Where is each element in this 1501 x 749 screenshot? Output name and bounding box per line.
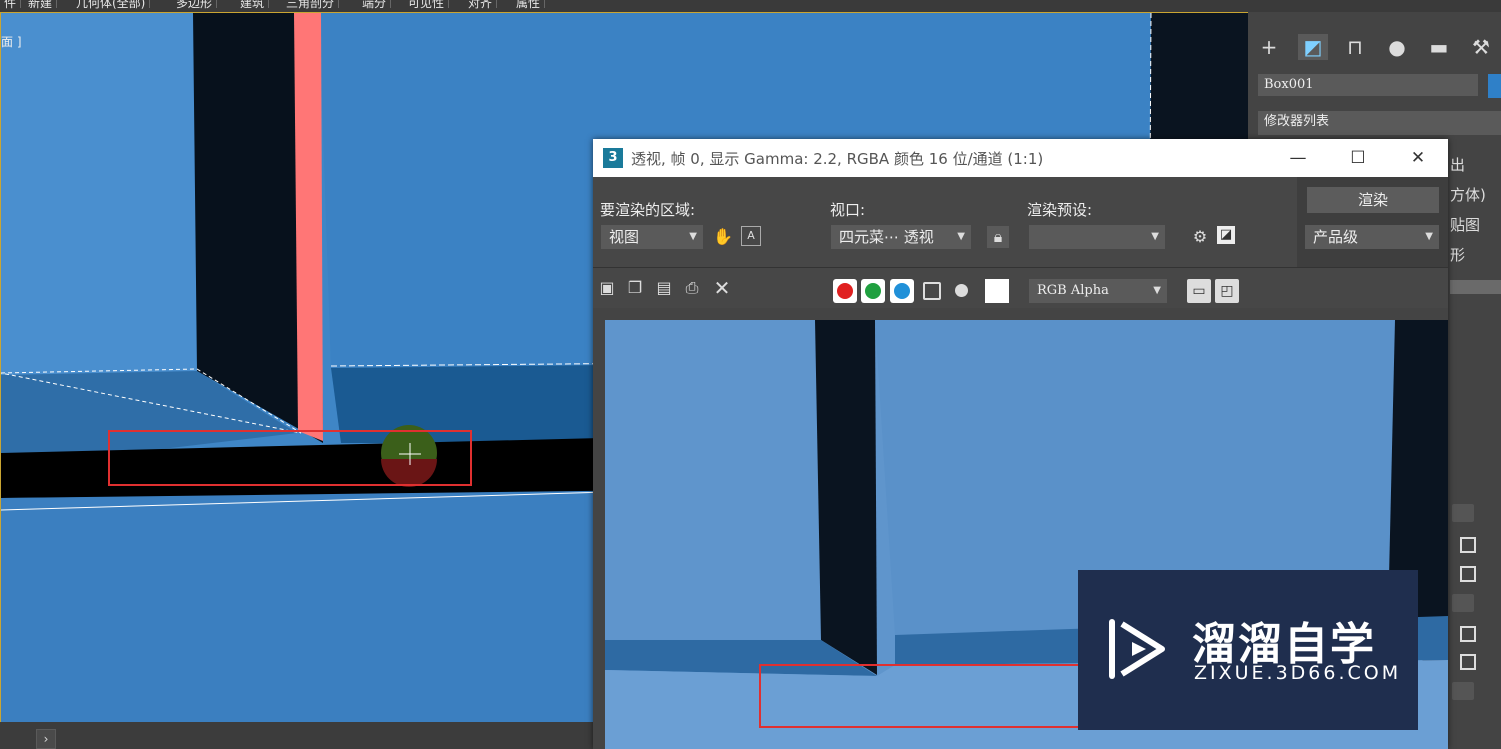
toolbar-item[interactable]: 端分 (358, 0, 392, 10)
checkbox-icon[interactable] (1460, 537, 1476, 553)
viewport-label-text: 视口: (830, 201, 866, 219)
play-logo-icon (1109, 619, 1165, 679)
dropdown-arrow-icon: ▼ (1153, 285, 1161, 296)
dropdown-arrow-icon: ▼ (1151, 231, 1159, 242)
render-toolbar: ▣ ❐ ▤ ⎙ ✕ RGB Alpha ▼ ▭ ◰ (593, 267, 1448, 308)
toolbar-item[interactable]: 属性 (512, 0, 546, 10)
toolbar-item[interactable]: 新建 (24, 0, 58, 10)
preset-dropdown[interactable]: ▼ (1029, 225, 1165, 249)
watermark: 溜溜自学 ZIXUE.3D66.COM (1078, 570, 1418, 730)
checkbox-icon[interactable] (1460, 654, 1476, 670)
swatch-color[interactable] (985, 279, 1009, 303)
dropdown-arrow-icon: ▼ (957, 231, 965, 242)
environment-icon[interactable]: ◪ (1217, 226, 1235, 244)
lock-icon[interactable]: 🔒︎ (987, 226, 1009, 248)
panel-slider[interactable] (1450, 280, 1501, 294)
dropdown-arrow-icon: ▼ (689, 231, 697, 242)
viewport-label[interactable]: 面 ] (1, 33, 22, 50)
close-button[interactable]: ✕ (1405, 145, 1431, 171)
toolbar-item[interactable]: 建筑 (236, 0, 270, 10)
green-channel-toggle[interactable] (861, 279, 885, 303)
panel-fragment: 出 (1450, 156, 1466, 174)
alpha-channel-icon[interactable] (923, 282, 941, 300)
dropdown-arrow-icon: ▼ (1425, 231, 1433, 242)
utilities-tab-icon[interactable]: ⚒ (1466, 34, 1496, 60)
app-logo-icon: 3 (603, 148, 623, 168)
viewport-dropdown[interactable]: 四元菜⋯ 透视 ▼ (831, 225, 971, 249)
minimize-button[interactable]: — (1285, 145, 1311, 171)
copy-icon[interactable]: ❐ (624, 277, 646, 299)
checkbox-icon[interactable] (1460, 626, 1476, 642)
panel-button[interactable] (1452, 682, 1474, 700)
panel-fragment: 贴图 (1450, 216, 1481, 234)
print-icon[interactable]: ⎙ (681, 277, 703, 299)
render-settings-bar: 要渲染的区域: 视图 ▼ ✋ A 视口: 四元菜⋯ 透视 ▼ 🔒︎ 渲染预设: ▼ … (593, 177, 1448, 267)
panel-button[interactable] (1452, 504, 1474, 522)
viewport-value: 四元菜⋯ 透视 (839, 228, 934, 246)
modify-tab-icon[interactable]: ◩ (1298, 34, 1328, 60)
top-toolbar: 件 新建 几何体(全部) 多边形 建筑 三角剖分 端分 可见性 对齐 属性 (0, 0, 1501, 12)
area-value: 视图 (609, 228, 640, 246)
monochrome-icon[interactable] (955, 284, 968, 297)
panel-fragment: 形 (1450, 246, 1466, 264)
render-window-title: 透视, 帧 0, 显示 Gamma: 2.2, RGBA 颜色 16 位/通道 … (631, 150, 1044, 168)
red-column (294, 13, 323, 441)
toolbar-item[interactable]: 多边形 (172, 0, 218, 10)
toolbar-item[interactable]: 几何体(全部) (72, 0, 151, 10)
modifier-list-dropdown[interactable]: 修改器列表 (1258, 111, 1501, 135)
auto-region-icon[interactable]: A (741, 226, 761, 246)
area-dropdown[interactable]: 视图 ▼ (601, 225, 703, 249)
toolbar-item[interactable]: 可见性 (404, 0, 450, 10)
next-arrow-icon[interactable]: › (36, 729, 56, 749)
display-tab-icon[interactable]: ▬ (1424, 34, 1454, 60)
motion-tab-icon[interactable]: ● (1382, 34, 1412, 60)
render-setup-icon[interactable]: ⚙ (1189, 226, 1211, 248)
create-tab-icon[interactable]: + (1254, 34, 1284, 60)
panel-button[interactable] (1452, 594, 1474, 612)
clone-icon[interactable]: ▤ (653, 277, 675, 299)
render-button[interactable]: 渲染 (1307, 187, 1439, 213)
toolbar-item[interactable]: 对齐 (464, 0, 498, 10)
panel-fragment: 方体) (1450, 186, 1486, 204)
quality-dropdown[interactable]: 产品级 ▼ (1305, 225, 1439, 249)
save-icon[interactable]: ▣ (596, 277, 618, 299)
toolbar-item[interactable]: 件 (0, 0, 22, 10)
hierarchy-tab-icon[interactable]: ⊓ (1340, 34, 1370, 60)
maximize-button[interactable]: ☐ (1345, 145, 1371, 171)
preset-label: 渲染预设: (1027, 201, 1093, 219)
clear-icon[interactable]: ✕ (711, 277, 733, 299)
pan-hand-icon[interactable]: ✋ (712, 226, 734, 248)
red-channel-toggle[interactable] (833, 279, 857, 303)
channel-value: RGB Alpha (1037, 283, 1109, 298)
status-bar: › (0, 722, 600, 749)
quality-value: 产品级 (1313, 228, 1359, 246)
render-history-icon[interactable]: ◰ (1215, 279, 1239, 303)
watermark-url: ZIXUE.3D66.COM (1194, 662, 1402, 684)
checkbox-icon[interactable] (1460, 566, 1476, 582)
object-name-field[interactable]: Box001 (1258, 74, 1478, 96)
toolbar-item[interactable]: 三角剖分 (282, 0, 340, 10)
render-window-titlebar: 3 透视, 帧 0, 显示 Gamma: 2.2, RGBA 颜色 16 位/通… (593, 139, 1448, 177)
area-label: 要渲染的区域: (600, 201, 696, 219)
channel-dropdown[interactable]: RGB Alpha ▼ (1029, 279, 1167, 303)
object-color-swatch[interactable] (1488, 74, 1501, 98)
frame-buffer-icon[interactable]: ▭ (1187, 279, 1211, 303)
blue-channel-toggle[interactable] (890, 279, 914, 303)
